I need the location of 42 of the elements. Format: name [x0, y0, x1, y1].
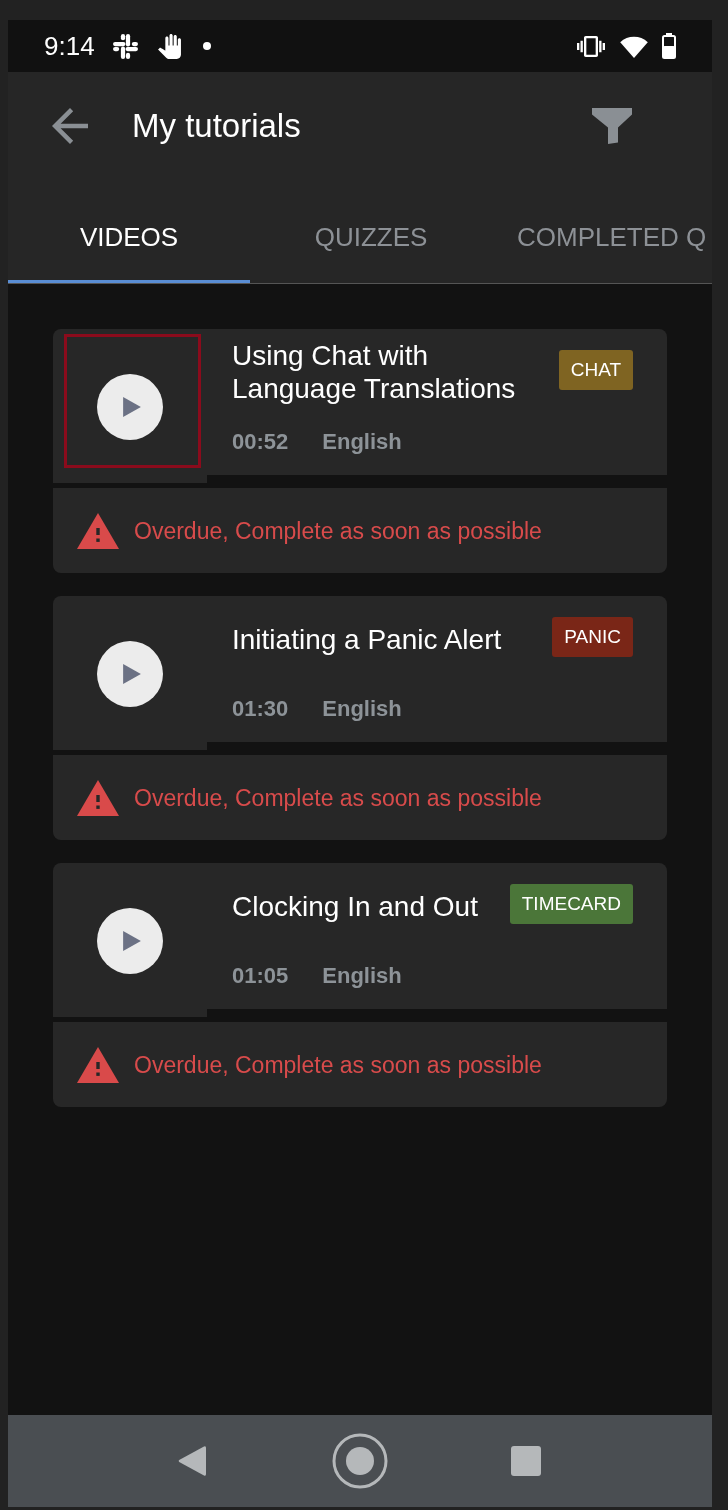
category-tag: PANIC	[552, 617, 633, 657]
tab[interactable]: VIDEOS	[8, 180, 250, 283]
warning-icon	[77, 779, 119, 816]
video-title: Clocking In and Out	[232, 889, 478, 923]
video-info-panel[interactable]: Initiating a Panic Alert 01:30 English PANIC	[207, 596, 667, 742]
dot-icon	[202, 42, 211, 50]
overdue-message: Overdue, Complete as soon as possible	[134, 783, 542, 812]
back-icon[interactable]	[178, 1445, 206, 1477]
video-thumbnail[interactable]	[53, 329, 207, 483]
play-icon	[123, 397, 141, 417]
video-title: Using Chat with Language Translations	[232, 339, 517, 405]
tab[interactable]: QUIZZES	[250, 180, 492, 283]
warning-icon	[77, 1046, 119, 1083]
video-language: English	[322, 964, 402, 988]
category-tag: CHAT	[558, 350, 633, 390]
overdue-message: Overdue, Complete as soon as possible	[134, 1050, 542, 1079]
video-duration: 01:30	[232, 697, 289, 721]
video-thumbnail[interactable]	[53, 863, 207, 1017]
video-thumbnail[interactable]	[53, 596, 207, 750]
battery-icon	[662, 33, 676, 59]
video-info-panel[interactable]: Clocking In and Out 01:05 English TIMECARD	[207, 863, 667, 1009]
video-language: English	[322, 697, 402, 721]
video-duration: 00:52	[232, 430, 289, 454]
screen-title: My tutorials	[132, 106, 301, 146]
status-time: 9:14	[44, 31, 95, 61]
video-title: Initiating a Panic Alert	[232, 622, 502, 656]
slack-icon	[112, 33, 138, 59]
overdue-message: Overdue, Complete as soon as possible	[134, 516, 542, 545]
play-icon	[123, 931, 141, 951]
tab[interactable]: COMPLETED Q	[492, 180, 712, 283]
category-tag: TIMECARD	[509, 884, 633, 924]
wifi-icon	[620, 34, 648, 58]
video-language: English	[322, 430, 402, 454]
back-arrow-icon[interactable]	[52, 108, 88, 144]
hand-icon	[157, 33, 181, 59]
home-icon[interactable]	[332, 1433, 388, 1489]
play-icon	[123, 664, 141, 684]
vibrate-icon	[577, 35, 605, 57]
filter-icon[interactable]	[592, 108, 632, 144]
warning-icon	[77, 512, 119, 549]
video-duration: 01:05	[232, 964, 289, 988]
video-info-panel[interactable]: Using Chat with Language Translations 00:52 English CHAT	[207, 329, 667, 475]
